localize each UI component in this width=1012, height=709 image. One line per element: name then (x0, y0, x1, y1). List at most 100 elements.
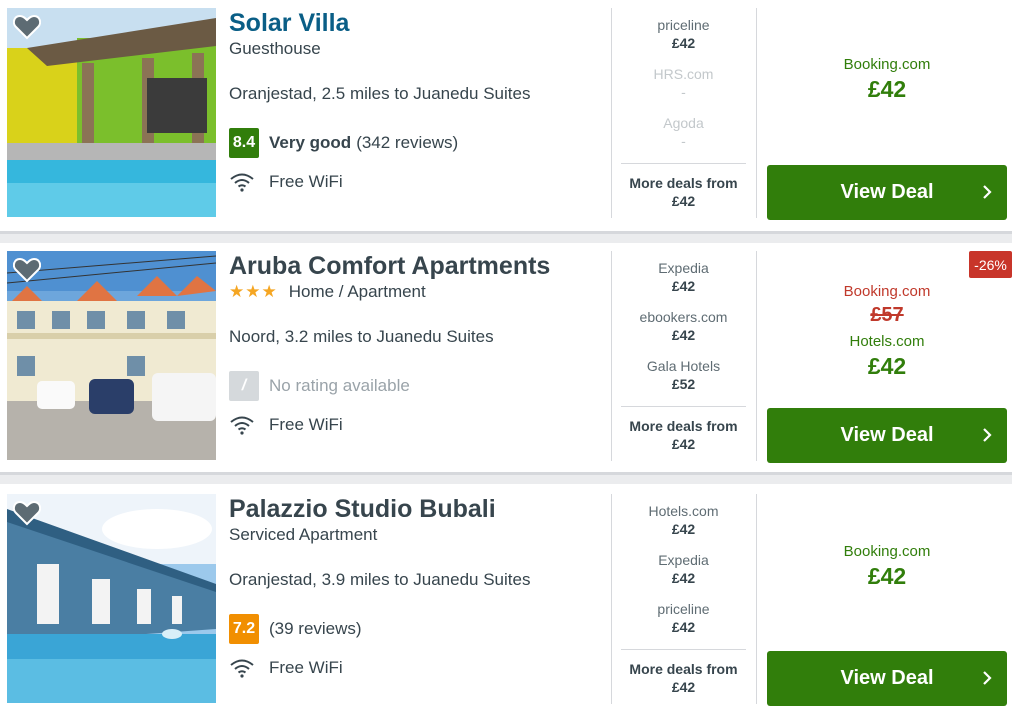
other-deals-list: Expedia £42 ebookers.com £42 Gala Hotels… (621, 259, 746, 406)
deal-provider: Gala Hotels (646, 358, 721, 374)
deal-price: - (681, 84, 686, 100)
hotel-name[interactable]: Solar Villa (229, 8, 609, 38)
hotel-info: Solar Villa Guesthouse Oranjestad, 2.5 m… (229, 8, 609, 196)
more-deals-link[interactable]: More deals from £42 (621, 649, 746, 696)
hotel-card: Solar Villa Guesthouse Oranjestad, 2.5 m… (0, 0, 1012, 223)
rating-row[interactable]: 8.4 Very good (342 reviews) (229, 128, 609, 158)
hotel-location: Oranjestad, 2.5 miles to Juanedu Suites (229, 84, 531, 103)
review-count: (342 reviews) (356, 133, 459, 152)
deal-item[interactable]: priceline £42 (621, 600, 746, 649)
review-count: (39 reviews) (269, 619, 362, 638)
hotel-location: Noord, 3.2 miles to Juanedu Suites (229, 327, 494, 346)
deal-provider: Expedia (658, 552, 709, 568)
more-deals-price: £42 (671, 193, 696, 209)
amenity-row: Free WiFi (229, 411, 609, 439)
more-deals-price: £42 (671, 679, 696, 695)
deal-price: £42 (671, 327, 696, 343)
hotel-type-row: Serviced Apartment (229, 524, 609, 546)
wifi-icon (230, 173, 254, 192)
hotel-results-list: Solar Villa Guesthouse Oranjestad, 2.5 m… (0, 0, 1012, 709)
favorite-heart-icon[interactable] (13, 257, 41, 283)
best-deal-price: £42 (867, 353, 907, 379)
view-deal-button[interactable]: View Deal (767, 165, 1007, 220)
amenity-label: Free WiFi (269, 658, 343, 677)
deal-provider: Agoda (663, 115, 704, 131)
rating-score-badge: / (229, 371, 259, 401)
deal-item[interactable]: Expedia £42 (621, 259, 746, 308)
hotel-info: Palazzio Studio Bubali Serviced Apartmen… (229, 494, 609, 682)
chevron-right-icon (983, 671, 992, 685)
rating-score-badge: 7.2 (229, 614, 259, 644)
hotel-type-row: Guesthouse (229, 38, 609, 60)
other-deals-list: priceline £42 HRS.com - Agoda - (621, 16, 746, 163)
rating-row: / No rating available (229, 371, 609, 401)
amenity-row: Free WiFi (229, 168, 609, 196)
view-deal-button[interactable]: View Deal (767, 408, 1007, 463)
deal-provider: ebookers.com (639, 309, 728, 325)
best-deal-provider: Booking.com (843, 543, 931, 560)
deal-price: £42 (671, 278, 696, 294)
divider (756, 251, 757, 461)
view-deal-button[interactable]: View Deal (767, 651, 1007, 706)
hotel-photo[interactable] (7, 8, 216, 217)
deal-provider: priceline (657, 17, 710, 33)
hotel-card: Palazzio Studio Bubali Serviced Apartmen… (0, 488, 1012, 709)
hotel-photo[interactable] (7, 251, 216, 460)
hotel-photo[interactable] (7, 494, 216, 703)
best-deal[interactable]: Booking.com £42 (767, 543, 1007, 593)
amenity-label: Free WiFi (269, 172, 343, 191)
deal-price: £42 (671, 35, 696, 51)
divider (611, 494, 612, 704)
more-deals-link[interactable]: More deals from £42 (621, 163, 746, 210)
chevron-right-icon (983, 185, 992, 199)
original-price: £57 (870, 304, 904, 326)
deal-provider: Hotels.com (648, 503, 719, 519)
deal-item[interactable]: Gala Hotels £52 (621, 357, 746, 406)
more-deals-price: £42 (671, 436, 696, 452)
deal-item[interactable]: Expedia £42 (621, 551, 746, 600)
best-deal-price: £42 (867, 563, 907, 589)
hotel-card: Aruba Comfort Apartments ★★★ Home / Apar… (0, 245, 1012, 470)
best-deal[interactable]: Booking.com £42 (767, 56, 1007, 106)
rating-row[interactable]: 7.2 (39 reviews) (229, 614, 609, 644)
deal-item[interactable]: Agoda - (621, 114, 746, 163)
card-separator (0, 472, 1012, 484)
best-deal[interactable]: Booking.com £57 Hotels.com £42 (767, 283, 1007, 383)
view-deal-label: View Deal (840, 667, 934, 689)
hotel-name[interactable]: Aruba Comfort Apartments (229, 251, 609, 281)
best-deal-price: £42 (867, 76, 907, 102)
deal-provider: Expedia (658, 260, 709, 276)
chevron-right-icon (983, 428, 992, 442)
more-deals-link[interactable]: More deals from £42 (621, 406, 746, 453)
wifi-icon (230, 416, 254, 435)
deal-price: £42 (671, 521, 696, 537)
hotel-name[interactable]: Palazzio Studio Bubali (229, 494, 609, 524)
rating-word: Very good (269, 133, 352, 152)
favorite-heart-icon[interactable] (13, 500, 41, 526)
view-deal-label: View Deal (840, 181, 934, 203)
divider (611, 8, 612, 218)
deal-item[interactable]: ebookers.com £42 (621, 308, 746, 357)
other-deals-list: Hotels.com £42 Expedia £42 priceline £42 (621, 502, 746, 649)
deal-price: £52 (671, 376, 696, 392)
deal-provider: priceline (657, 601, 710, 617)
more-deals-label: More deals from (629, 418, 738, 434)
hotel-type: Guesthouse (229, 39, 321, 58)
divider (756, 494, 757, 704)
deal-provider: HRS.com (653, 66, 714, 82)
rating-score-badge: 8.4 (229, 128, 259, 158)
deal-item[interactable]: priceline £42 (621, 16, 746, 65)
best-deal-provider: Hotels.com (849, 333, 925, 350)
favorite-heart-icon[interactable] (13, 14, 41, 40)
hotel-type-row: ★★★ Home / Apartment (229, 281, 609, 303)
card-separator (0, 231, 1012, 243)
no-rating-text: No rating available (269, 376, 410, 395)
deal-item[interactable]: HRS.com - (621, 65, 746, 114)
amenity-row: Free WiFi (229, 654, 609, 682)
deal-item[interactable]: Hotels.com £42 (621, 502, 746, 551)
amenity-label: Free WiFi (269, 415, 343, 434)
view-deal-label: View Deal (840, 424, 934, 446)
hotel-type: Serviced Apartment (229, 525, 378, 544)
best-deal-provider: Booking.com (843, 56, 931, 73)
original-deal-provider: Booking.com (843, 283, 931, 300)
